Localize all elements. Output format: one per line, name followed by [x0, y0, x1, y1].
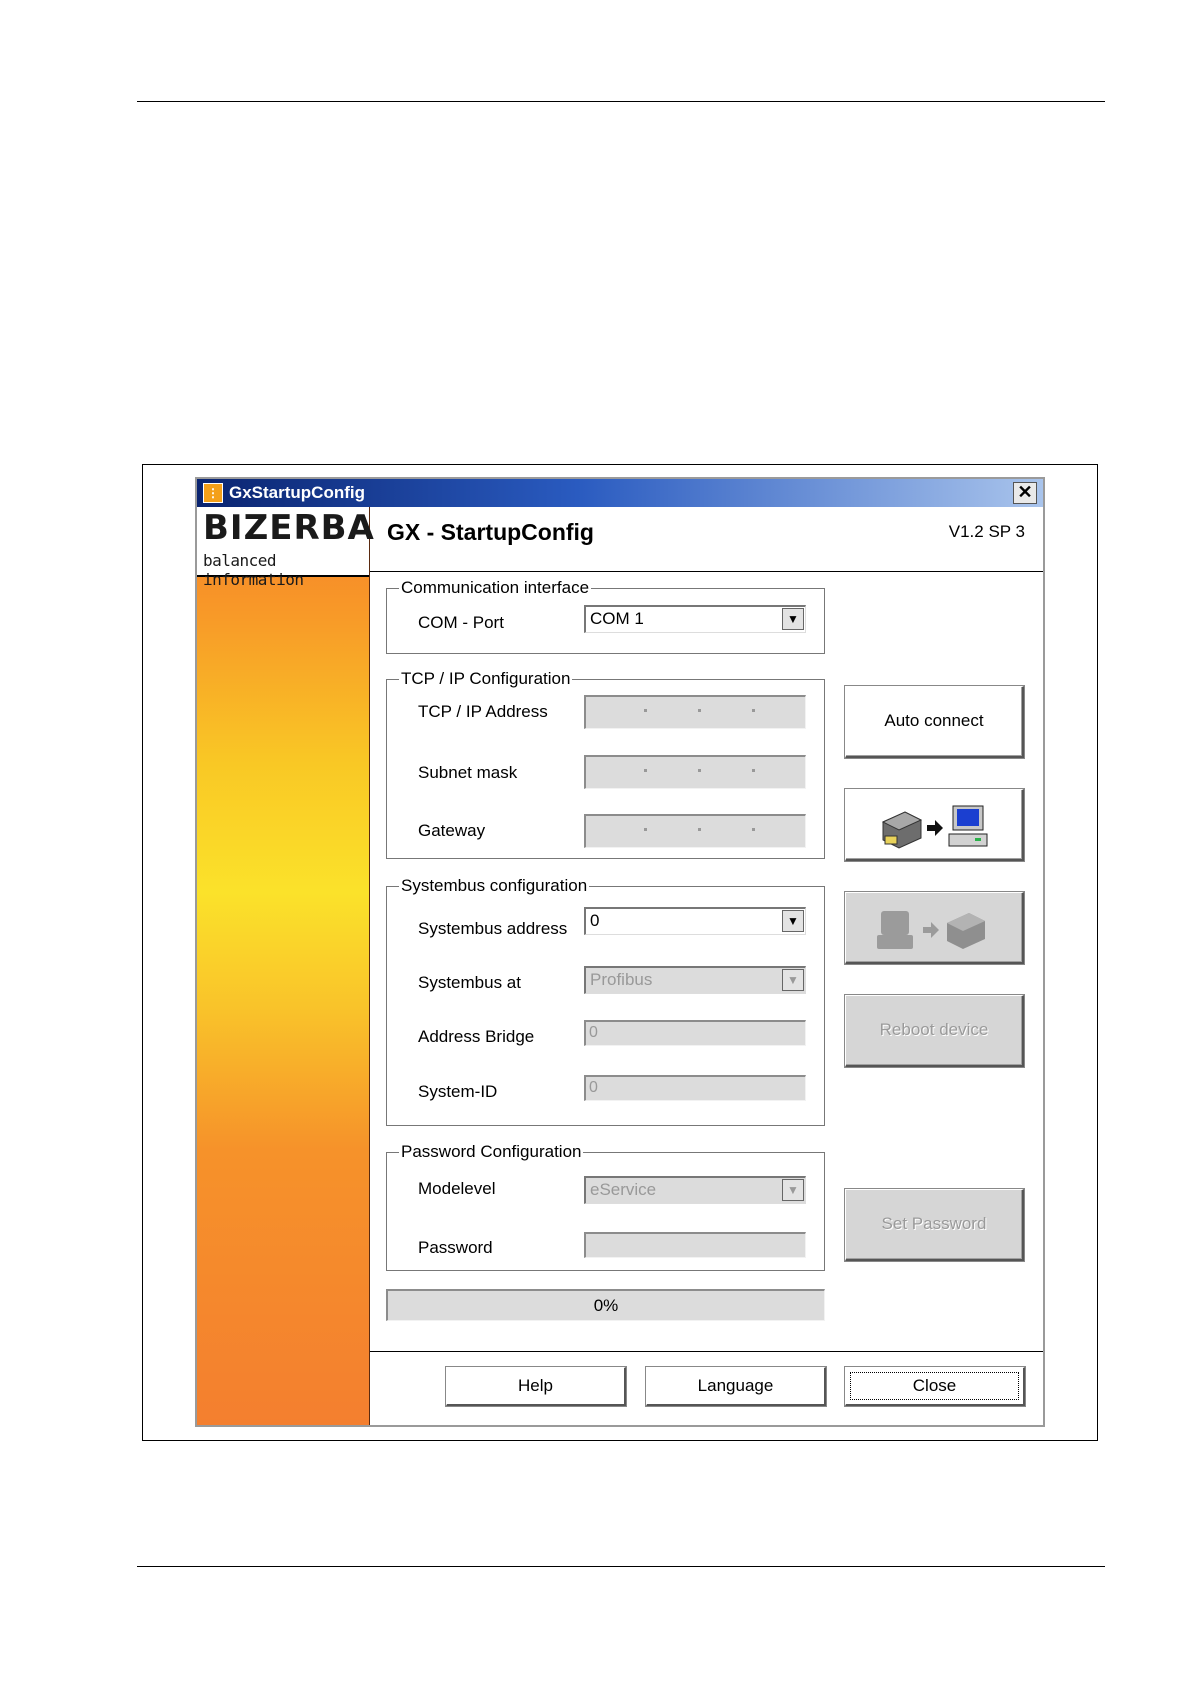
window-title: GxStartupConfig [229, 483, 365, 502]
password-group: Password Configuration Modelevel eServic… [386, 1142, 825, 1271]
header-divider [370, 571, 1043, 572]
app-window: ⋮ GxStartupConfig ✕ BIZERBA balanced inf… [195, 477, 1045, 1427]
systembus-address-value: 0 [590, 911, 600, 930]
pc-to-device-icon [877, 911, 985, 949]
ip-separator [644, 709, 647, 712]
systembus-at-label: Systembus at [418, 973, 521, 992]
brand-logo: BIZERBA balanced information [197, 507, 374, 589]
footer-divider [370, 1351, 1043, 1352]
tcpip-group: TCP / IP Configuration TCP / IP Address … [386, 669, 825, 859]
systembus-group: Systembus configuration Systembus addres… [386, 876, 825, 1126]
tcpip-address-label: TCP / IP Address [418, 702, 548, 721]
ip-separator [644, 769, 647, 772]
gateway-label: Gateway [418, 821, 486, 840]
subnet-mask-label: Subnet mask [418, 763, 518, 782]
com-port-label: COM - Port [418, 613, 504, 632]
header-rule [137, 101, 1105, 102]
progress-bar: 0% [386, 1289, 825, 1321]
systembus-at-value: Profibus [590, 970, 653, 989]
ip-separator [644, 828, 647, 831]
password-label: Password [418, 1238, 493, 1257]
ip-separator [752, 709, 755, 712]
systembus-legend: Systembus configuration [399, 876, 590, 896]
systembus-address-label: Systembus address [418, 919, 568, 938]
brand-sidebar: BIZERBA balanced information [197, 507, 374, 1425]
focus-ring [850, 1372, 1019, 1400]
address-bridge-label: Address Bridge [418, 1027, 535, 1046]
chevron-down-icon[interactable]: ▼ [782, 910, 804, 932]
chevron-down-icon[interactable]: ▼ [782, 1179, 804, 1201]
communication-group: Communication interface COM - Port COM 1… [386, 578, 825, 654]
device-to-pc-icon [881, 805, 988, 849]
auto-connect-button[interactable]: Auto connect [845, 686, 1024, 758]
reboot-device-label: Reboot device [879, 1020, 989, 1039]
ip-separator [698, 828, 701, 831]
footer-rule [137, 1566, 1105, 1567]
chevron-down-icon[interactable]: ▼ [782, 969, 804, 991]
progress-text: 0% [593, 1296, 619, 1315]
app-icon: ⋮ [203, 483, 223, 503]
ip-separator [698, 709, 701, 712]
system-id-value: 0 [589, 1079, 598, 1096]
brand-tagline: balanced information [203, 551, 304, 589]
language-button[interactable]: Language [646, 1367, 826, 1406]
com-port-value: COM 1 [590, 609, 644, 628]
title-bar[interactable]: ⋮ GxStartupConfig ✕ [197, 479, 1043, 507]
auto-connect-label: Auto connect [884, 711, 984, 730]
help-button[interactable]: Help [446, 1367, 626, 1406]
ip-separator [698, 769, 701, 772]
modelevel-label: Modelevel [418, 1179, 496, 1198]
system-id-field[interactable]: 0 [584, 1075, 806, 1101]
ip-separator [752, 769, 755, 772]
brand-name: BIZERBA [203, 508, 375, 548]
chevron-down-icon[interactable]: ▼ [782, 608, 804, 630]
address-bridge-value: 0 [589, 1024, 598, 1041]
communication-legend: Communication interface [399, 578, 592, 598]
reboot-device-button[interactable]: Reboot device [845, 995, 1024, 1067]
version-label: V1.2 SP 3 [948, 522, 1025, 541]
set-password-label: Set Password [881, 1214, 987, 1233]
pc-to-device-button[interactable] [845, 892, 1024, 964]
language-label: Language [697, 1376, 774, 1395]
help-label: Help [518, 1376, 553, 1395]
com-port-select[interactable]: COM 1 ▼ [584, 605, 806, 633]
modelevel-select[interactable]: eService ▼ [584, 1176, 806, 1204]
subnet-mask-field[interactable] [584, 755, 806, 789]
set-password-button[interactable]: Set Password [845, 1189, 1024, 1261]
systembus-at-select[interactable]: Profibus ▼ [584, 966, 806, 994]
ip-separator [752, 828, 755, 831]
tcpip-address-field[interactable] [584, 695, 806, 729]
page-title: GX - StartupConfig [387, 519, 594, 545]
tcpip-legend: TCP / IP Configuration [399, 669, 573, 689]
address-bridge-field[interactable]: 0 [584, 1020, 806, 1046]
modelevel-value: eService [590, 1180, 657, 1199]
systembus-address-select[interactable]: 0 ▼ [584, 907, 806, 935]
device-to-pc-button[interactable] [845, 789, 1024, 861]
gateway-field[interactable] [584, 814, 806, 848]
close-icon[interactable]: ✕ [1013, 482, 1037, 504]
close-button[interactable]: Close [845, 1367, 1025, 1406]
password-legend: Password Configuration [399, 1142, 584, 1162]
system-id-label: System-ID [418, 1082, 498, 1101]
password-field[interactable] [584, 1232, 806, 1258]
